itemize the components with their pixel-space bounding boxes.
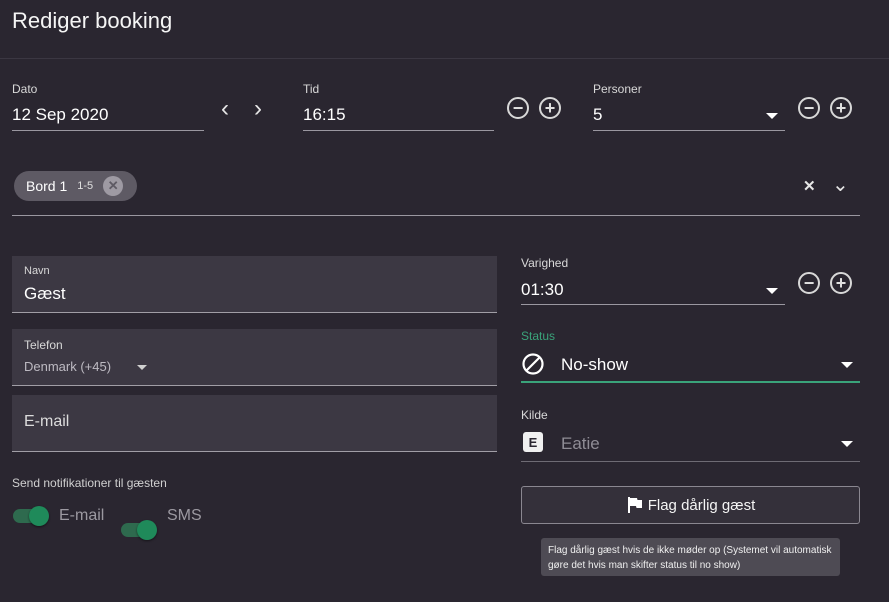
source-select[interactable]: Eatie (561, 434, 600, 454)
source-dropdown-icon[interactable] (841, 441, 853, 447)
duration-minus-icon[interactable]: − (798, 272, 820, 294)
toggle-knob (137, 520, 157, 540)
phone-field[interactable] (12, 329, 497, 386)
status-underline (521, 381, 860, 383)
prev-date-icon[interactable]: ‹ (221, 95, 229, 123)
table-chip-name: Bord 1 (26, 178, 68, 194)
email-field[interactable] (12, 395, 497, 452)
page-title: Rediger booking (12, 8, 173, 33)
source-underline (521, 461, 860, 462)
persons-dropdown-icon[interactable] (766, 113, 778, 119)
eatie-logo-icon: E (523, 432, 543, 452)
name-label: Navn (24, 265, 50, 277)
plus-glyph: + (835, 273, 847, 293)
duration-plus-icon[interactable]: + (830, 272, 852, 294)
clear-tables-icon[interactable]: ✕ (803, 177, 816, 195)
plus-glyph: + (835, 98, 847, 118)
persons-select[interactable]: 5 (593, 105, 602, 125)
email-toggle-label: E-mail (59, 507, 105, 524)
name-input[interactable]: Gæst (24, 284, 66, 304)
time-underline (303, 130, 494, 131)
persons-underline (593, 130, 785, 131)
email-toggle[interactable] (13, 506, 49, 526)
flag-bad-guest-label: Flag dårlig gæst (647, 496, 756, 514)
minus-glyph: − (803, 273, 815, 293)
flag-icon (627, 497, 642, 513)
minus-glyph: − (512, 98, 524, 118)
minus-glyph: − (803, 98, 815, 118)
duration-label: Varighed (521, 256, 569, 270)
source-label: Kilde (521, 408, 548, 422)
time-input[interactable]: 16:15 (303, 105, 346, 125)
sms-toggle[interactable] (121, 520, 157, 540)
table-chip-capacity: 1-5 (77, 180, 94, 192)
table-select-underline (12, 215, 860, 216)
status-dropdown-icon[interactable] (841, 362, 853, 368)
date-label: Dato (12, 82, 38, 96)
duration-select[interactable]: 01:30 (521, 280, 564, 300)
persons-plus-icon[interactable]: + (830, 97, 852, 119)
table-chip[interactable]: Bord 1 1-5 ✕ (14, 171, 137, 201)
flag-tooltip: Flag dårlig gæst hvis de ikke møder op (… (541, 538, 840, 576)
date-underline (12, 130, 204, 131)
flag-bad-guest-button[interactable]: Flag dårlig gæst (521, 486, 860, 524)
status-label: Status (521, 329, 556, 343)
name-field[interactable] (12, 256, 497, 313)
next-date-icon[interactable]: › (254, 95, 262, 123)
block-icon (521, 352, 545, 381)
persons-label: Personer (593, 82, 642, 96)
duration-underline (521, 304, 785, 305)
date-input[interactable]: 12 Sep 2020 (12, 105, 108, 125)
notifications-label: Send notifikationer til gæsten (12, 476, 167, 490)
time-plus-icon[interactable]: + (539, 97, 561, 119)
toggle-knob (29, 506, 49, 526)
chip-remove-icon[interactable]: ✕ (103, 176, 124, 196)
phone-label: Telefon (24, 338, 63, 352)
time-label: Tid (303, 82, 320, 96)
status-select[interactable]: No-show (561, 355, 628, 375)
persons-minus-icon[interactable]: − (798, 97, 820, 119)
time-minus-icon[interactable]: − (507, 97, 529, 119)
email-input[interactable]: E-mail (24, 413, 69, 431)
phone-country-dropdown-icon[interactable] (137, 365, 147, 370)
duration-dropdown-icon[interactable] (766, 288, 778, 294)
sms-toggle-label: SMS (167, 507, 202, 524)
expand-tables-icon[interactable]: ⌄ (832, 172, 849, 197)
phone-country-select[interactable]: Denmark (+45) (24, 359, 111, 374)
plus-glyph: + (544, 98, 556, 118)
